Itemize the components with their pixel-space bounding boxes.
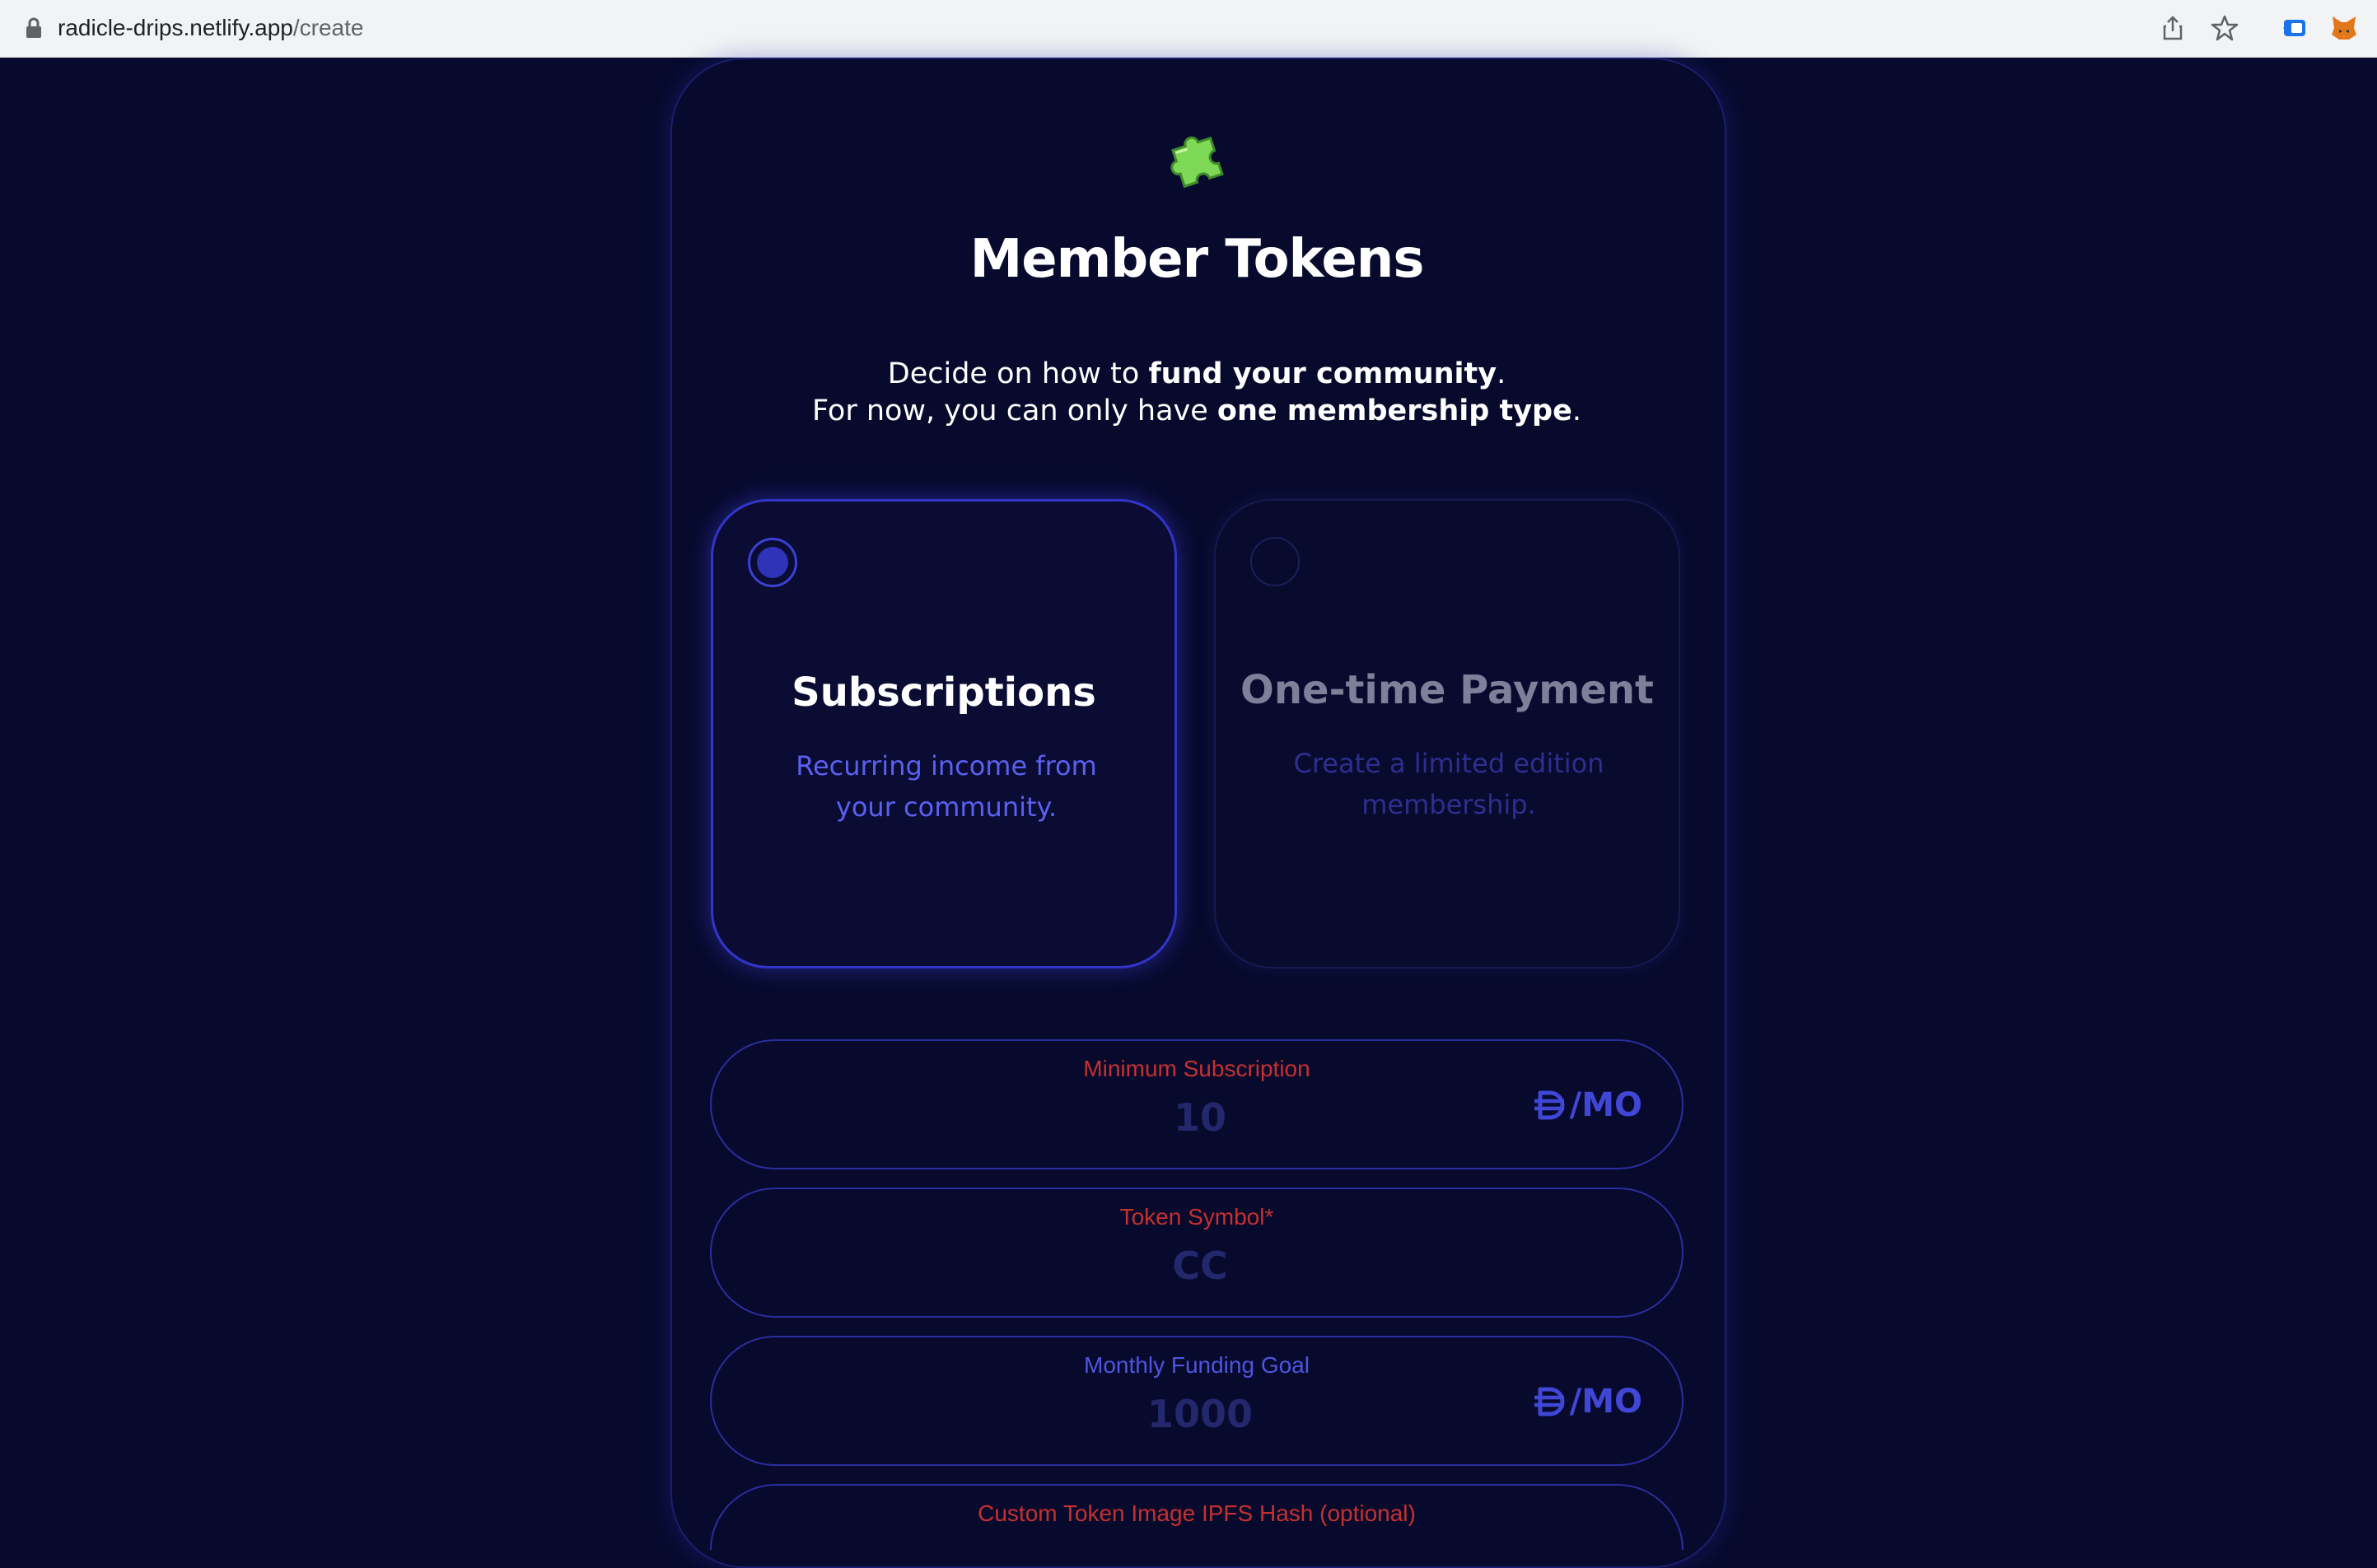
option-title: One-time Payment [1240, 667, 1654, 713]
address-bar[interactable]: radicle-drips.netlify.app/create [58, 12, 363, 44]
subtitle-line-1: Decide on how to fund your community. [887, 357, 1506, 390]
currency-unit: /MO [1532, 1082, 1642, 1128]
monthly-funding-goal-field[interactable]: Monthly Funding Goal /MO [710, 1336, 1684, 1466]
option-one-time-payment[interactable]: One-time Payment Create a limited editio… [1214, 499, 1680, 968]
metamask-fox-icon[interactable] [2329, 13, 2359, 43]
unit-label: /MO [1569, 1086, 1642, 1124]
url-domain: radicle-drips.netlify.app [58, 15, 293, 40]
extension-icon[interactable] [2280, 13, 2309, 43]
ipfs-hash-field[interactable]: Custom Token Image IPFS Hash (optional) [710, 1484, 1684, 1550]
token-symbol-field[interactable]: Token Symbol* [710, 1188, 1684, 1318]
page-subtitle: Decide on how to fund your community. Fo… [670, 356, 1723, 430]
bookmark-star-icon[interactable] [2210, 13, 2239, 43]
field-label: Monthly Funding Goal [1084, 1352, 1310, 1378]
field-label: Custom Token Image IPFS Hash (optional) [978, 1500, 1416, 1526]
dai-icon [1534, 1090, 1564, 1120]
url-path: /create [292, 15, 364, 40]
subtitle-line-2: For now, you can only have one membershi… [812, 394, 1581, 427]
minimum-subscription-field[interactable]: Minimum Subscription /MO [710, 1039, 1684, 1169]
option-subscriptions[interactable]: Subscriptions Recurring income from your… [711, 499, 1177, 968]
option-title: Subscriptions [792, 670, 1096, 716]
minimum-subscription-input[interactable] [876, 1090, 1524, 1145]
field-label: Minimum Subscription [1083, 1056, 1310, 1081]
browser-toolbar: radicle-drips.netlify.app/create [0, 0, 2377, 58]
radio-one-time-payment[interactable] [1250, 537, 1300, 586]
page-title: Member Tokens [969, 229, 1425, 290]
option-description: Create a limited edition membership. [1293, 748, 1604, 820]
lock-icon [26, 17, 41, 38]
share-icon[interactable] [2158, 13, 2188, 43]
monthly-funding-goal-input[interactable] [876, 1387, 1524, 1441]
token-symbol-input[interactable] [876, 1239, 1524, 1293]
puzzle-icon [1170, 136, 1224, 189]
unit-label: /MO [1569, 1383, 1642, 1421]
field-label: Token Symbol* [1119, 1204, 1274, 1230]
dai-icon [1534, 1387, 1564, 1416]
option-description: Recurring income from your community. [796, 750, 1097, 823]
radio-subscriptions-selected[interactable] [748, 538, 797, 587]
currency-unit: /MO [1532, 1379, 1642, 1425]
